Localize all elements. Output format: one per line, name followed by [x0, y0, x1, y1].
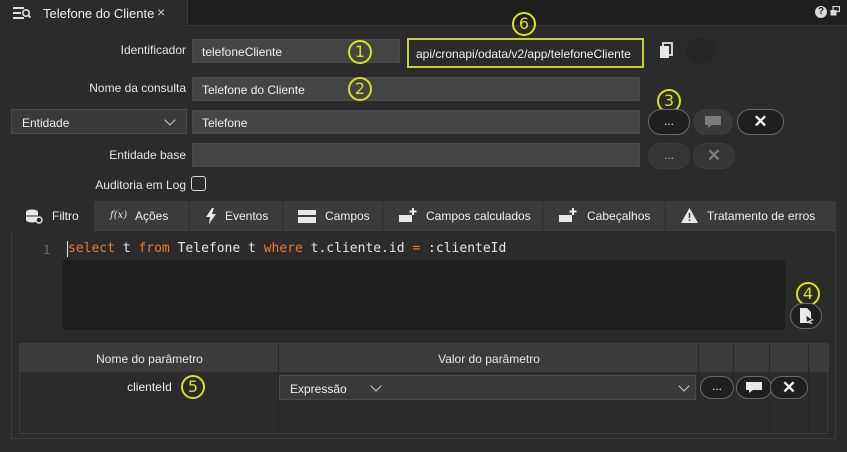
warning-icon [681, 208, 698, 223]
chevron-down-icon [370, 380, 382, 392]
query-tabs: Filtro f(x) Ações Eventos Campos Campos … [11, 201, 836, 231]
add-field-icon [399, 208, 417, 222]
function-icon: f(x) [110, 210, 128, 221]
entidade-base-browse-button[interactable]: ... [648, 143, 690, 169]
query-code: select t from Telefone t where t.cliente… [68, 241, 506, 256]
col-valor-parametro: Valor do parâmetro [438, 352, 540, 366]
marker-5: 5 [181, 375, 205, 399]
extra-button[interactable] [686, 38, 716, 64]
line-number: 1 [43, 243, 51, 257]
identificador-label: Identificador [120, 43, 186, 57]
code-token: Telefone t [169, 241, 264, 256]
entidade-base-label: Entidade base [109, 148, 186, 162]
chevron-down-icon [164, 114, 176, 126]
param-comment-button[interactable] [736, 376, 772, 399]
entidade-edit-button[interactable] [693, 109, 733, 135]
tab-tratamento-de-erros[interactable]: Tratamento de erros [666, 201, 836, 231]
tab-title: Telefone do Cliente [43, 6, 155, 21]
comment-icon [746, 382, 762, 393]
code-token: from [138, 241, 170, 256]
entidade-clear-button[interactable]: ✕ [737, 109, 784, 135]
marker-1: 1 [348, 40, 372, 64]
tab-cabecalhos-label: Cabeçalhos [587, 209, 651, 223]
query-icon [13, 7, 31, 19]
insert-document-button[interactable] [790, 303, 822, 329]
tab-campos-label: Campos [325, 209, 370, 223]
auditoria-checkbox[interactable] [191, 176, 206, 191]
param-value-select[interactable]: Expressão [279, 375, 696, 400]
tipo-select[interactable]: Entidade [11, 109, 187, 134]
entidade-base-input[interactable] [192, 143, 640, 167]
restore-icon[interactable] [830, 6, 840, 16]
code-token: where [263, 241, 303, 256]
code-token: :clienteId [420, 241, 507, 256]
parameters-grid: Nome do parâmetro Valor do parâmetro cli… [19, 343, 829, 434]
help-icon[interactable]: ? [815, 6, 827, 18]
code-token: t.cliente.id [302, 241, 413, 256]
auditoria-label: Auditoria em Log [95, 178, 186, 192]
tab-filtro-label: Filtro [52, 209, 79, 223]
grid-divider [808, 344, 809, 433]
tab-tratamento-de-erros-label: Tratamento de erros [707, 209, 816, 223]
editor-gutter: 1 [23, 238, 63, 260]
param-browse-button[interactable]: ... [700, 376, 734, 399]
document-tab-bar: Telefone do Cliente × ? [0, 0, 847, 26]
tab-telefone-do-cliente[interactable]: Telefone do Cliente × [0, 0, 188, 26]
tipo-select-value: Entidade [22, 116, 70, 130]
tab-filtro[interactable]: Filtro [11, 201, 94, 231]
marker-2: 2 [348, 77, 372, 101]
document-cursor-icon [800, 308, 814, 324]
grid-divider [698, 344, 699, 433]
tab-campos-calculados-label: Campos calculados [426, 209, 531, 223]
tab-campos[interactable]: Campos [283, 201, 383, 231]
close-icon[interactable]: × [157, 4, 165, 20]
text-cursor [67, 241, 68, 257]
tab-eventos-label: Eventos [225, 209, 269, 223]
param-value-type: Expressão [290, 382, 347, 396]
nome-consulta-input[interactable]: Telefone do Cliente [192, 77, 640, 101]
tab-campos-calculados[interactable]: Campos calculados [383, 201, 543, 231]
columns-icon [298, 210, 316, 223]
parameters-grid-header: Nome do parâmetro Valor do parâmetro [20, 344, 829, 372]
tab-eventos[interactable]: Eventos [190, 201, 283, 231]
tab-acoes[interactable]: f(x) Ações [94, 201, 190, 231]
lightning-icon [206, 208, 216, 224]
database-filter-icon [26, 209, 43, 224]
code-token: t [114, 241, 139, 256]
tab-cabecalhos[interactable]: Cabeçalhos [543, 201, 666, 231]
param-clear-button[interactable]: ✕ [770, 376, 808, 399]
code-token: select [68, 241, 115, 256]
param-name: clienteId [127, 380, 172, 394]
col-nome-parametro: Nome do parâmetro [96, 352, 203, 366]
entidade-base-clear-button[interactable]: ✕ [693, 143, 735, 169]
chevron-down-icon [678, 380, 690, 392]
query-editor[interactable]: 1 select t from Telefone t where t.clien… [23, 238, 785, 330]
endpoint-url[interactable]: api/cronapi/odata/v2/app/telefoneCliente [407, 38, 644, 68]
entidade-browse-button[interactable]: ... [648, 109, 690, 135]
tab-acoes-label: Ações [135, 209, 169, 223]
entidade-input[interactable]: Telefone [192, 110, 640, 134]
editor-gutter-rest [23, 260, 63, 330]
copy-icon[interactable] [659, 42, 675, 60]
add-header-icon [559, 208, 577, 222]
marker-6: 6 [512, 12, 536, 36]
comment-icon [705, 116, 721, 128]
nome-consulta-label: Nome da consulta [89, 81, 186, 95]
